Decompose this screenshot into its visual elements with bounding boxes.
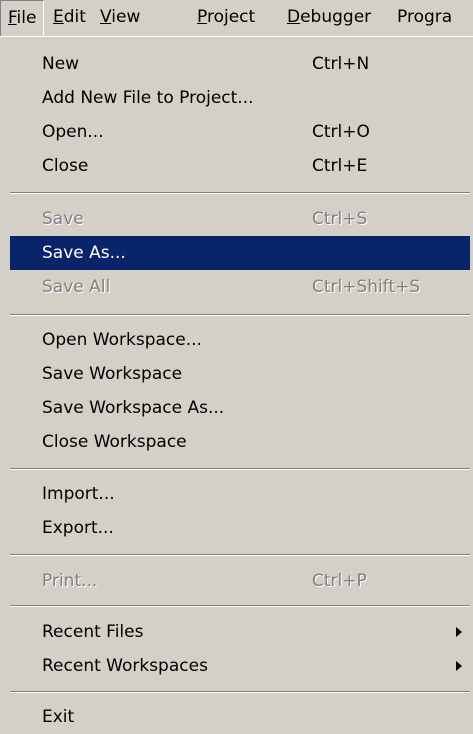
- menu-item-save-as-label: Save As...: [42, 243, 126, 263]
- menu-bar: File Edit View Project Debugger Progra: [0, 0, 473, 36]
- menu-item-close-workspace-label: Close Workspace: [42, 432, 187, 452]
- menu-item-close-workspace[interactable]: Close Workspace: [10, 425, 470, 459]
- menu-item-open-workspace[interactable]: Open Workspace...: [10, 323, 470, 357]
- menu-item-import-label: Import...: [42, 484, 115, 504]
- menu-debugger[interactable]: Debugger: [280, 0, 378, 36]
- menu-item-print[interactable]: Print... Ctrl+P: [10, 564, 470, 598]
- menu-view-label: iew: [111, 7, 141, 27]
- menu-project-label: roject: [206, 7, 256, 27]
- menu-file-accelerator: F: [8, 8, 17, 28]
- menu-separator: [10, 314, 470, 316]
- menu-item-save-all-label: Save All: [42, 277, 111, 297]
- menu-item-add-new-file-label: Add New File to Project...: [42, 88, 254, 108]
- menu-item-new[interactable]: New Ctrl+N: [10, 47, 470, 81]
- menu-debugger-label: ebugger: [300, 7, 372, 27]
- menu-item-save[interactable]: Save Ctrl+S: [10, 202, 470, 236]
- menu-item-exit-label: Exit: [42, 707, 75, 727]
- menu-item-recent-workspaces-label: Recent Workspaces: [42, 656, 208, 676]
- menu-item-save-workspace[interactable]: Save Workspace: [10, 357, 470, 391]
- menu-item-save-workspace-as-label: Save Workspace As...: [42, 398, 225, 418]
- menu-item-print-shortcut: Ctrl+P: [312, 571, 367, 591]
- menu-file-label: ile: [16, 8, 37, 28]
- menu-separator: [10, 192, 470, 194]
- menu-view[interactable]: View: [93, 0, 147, 36]
- menu-view-accelerator: V: [100, 7, 112, 27]
- menu-project[interactable]: Project: [190, 0, 262, 36]
- menu-project-accelerator: P: [197, 7, 207, 27]
- menu-item-open-label: Open...: [42, 122, 104, 142]
- menu-item-new-label: New: [42, 54, 80, 74]
- menu-program-label: Progra: [397, 7, 453, 27]
- file-menu-dropdown: New Ctrl+N Add New File to Project... Op…: [0, 36, 473, 734]
- menu-edit[interactable]: Edit: [46, 0, 93, 36]
- menu-item-new-shortcut: Ctrl+N: [312, 54, 370, 74]
- menu-item-import[interactable]: Import...: [10, 477, 470, 511]
- menu-item-save-all[interactable]: Save All Ctrl+Shift+S: [10, 270, 470, 304]
- menu-item-save-all-shortcut: Ctrl+Shift+S: [312, 277, 421, 297]
- menu-item-open[interactable]: Open... Ctrl+O: [10, 115, 470, 149]
- menu-debugger-accelerator: D: [287, 7, 301, 27]
- menu-item-close[interactable]: Close Ctrl+E: [10, 149, 470, 183]
- menu-separator: [10, 691, 470, 693]
- menu-item-export-label: Export...: [42, 518, 114, 538]
- menu-item-save-shortcut: Ctrl+S: [312, 209, 368, 229]
- menu-separator: [10, 554, 470, 556]
- menu-program[interactable]: Progra: [390, 0, 459, 36]
- menu-item-close-label: Close: [42, 156, 89, 176]
- menu-item-recent-files-label: Recent Files: [42, 622, 144, 642]
- menu-item-add-new-file[interactable]: Add New File to Project...: [10, 81, 470, 115]
- menu-edit-accelerator: E: [53, 7, 64, 27]
- menu-item-save-label: Save: [42, 209, 84, 229]
- menu-item-save-workspace-as[interactable]: Save Workspace As...: [10, 391, 470, 425]
- menu-item-close-shortcut: Ctrl+E: [312, 156, 368, 176]
- submenu-arrow-icon: [456, 661, 462, 671]
- menu-file[interactable]: File: [0, 0, 45, 36]
- menu-item-recent-files[interactable]: Recent Files: [10, 615, 470, 649]
- menu-item-recent-workspaces[interactable]: Recent Workspaces: [10, 649, 470, 683]
- menu-item-save-as[interactable]: Save As...: [10, 236, 470, 270]
- submenu-arrow-icon: [456, 627, 462, 637]
- menu-item-open-workspace-label: Open Workspace...: [42, 330, 202, 350]
- menu-item-save-workspace-label: Save Workspace: [42, 364, 183, 384]
- menu-item-exit[interactable]: Exit: [10, 700, 470, 734]
- menu-item-open-shortcut: Ctrl+O: [312, 122, 370, 142]
- menu-edit-label: dit: [63, 7, 86, 27]
- menu-separator: [10, 605, 470, 607]
- menu-item-print-label: Print...: [42, 571, 98, 591]
- menu-item-export[interactable]: Export...: [10, 511, 470, 545]
- menu-separator: [10, 468, 470, 470]
